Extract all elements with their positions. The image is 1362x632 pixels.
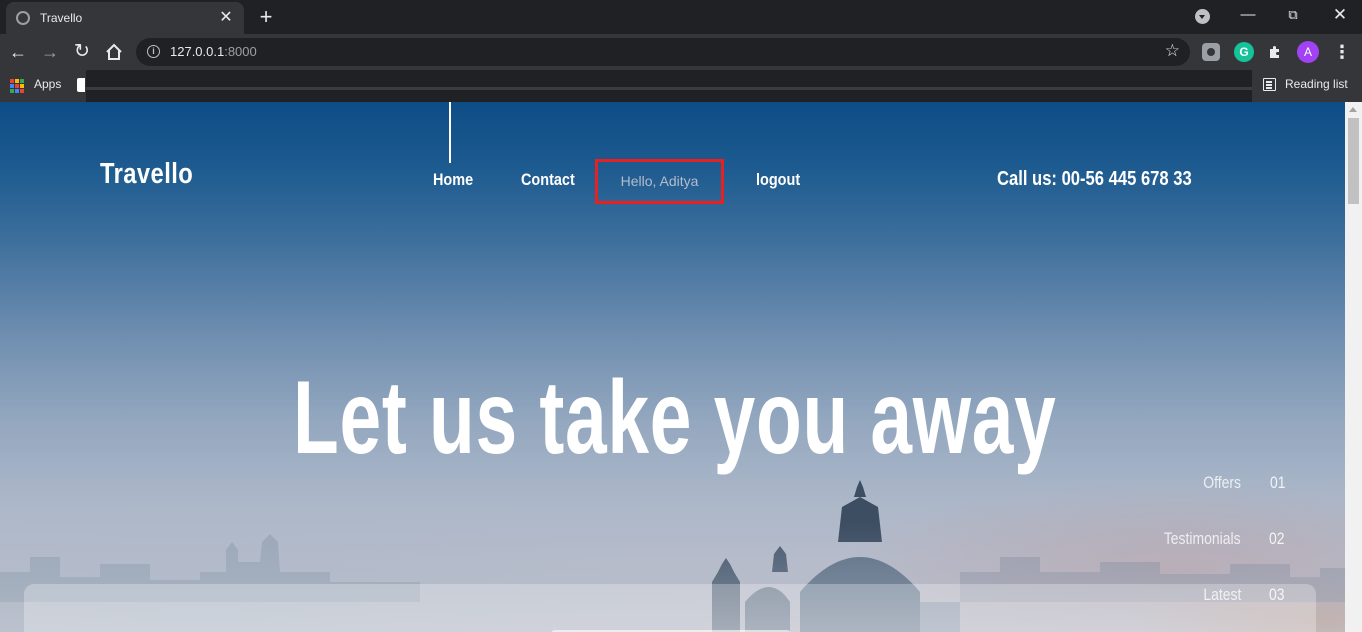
- browser-tab[interactable]: Travello ✕: [6, 2, 244, 34]
- reading-list-label: Reading list: [1285, 77, 1348, 91]
- grammarly-icon[interactable]: G: [1234, 42, 1254, 62]
- close-tab-icon[interactable]: ✕: [218, 10, 234, 26]
- reading-list-icon: [1263, 78, 1276, 91]
- page-scrollbar[interactable]: [1345, 102, 1362, 632]
- side-nav-number: 01: [1270, 473, 1286, 492]
- tab-search-icon[interactable]: [1195, 9, 1210, 24]
- extension-icon[interactable]: [1202, 43, 1220, 61]
- profile-avatar[interactable]: A: [1297, 41, 1319, 63]
- bookmarks-bar: Apps Reading list: [0, 70, 1362, 102]
- restore-icon[interactable]: ⧉: [1283, 5, 1303, 25]
- new-tab-button[interactable]: +: [256, 6, 276, 28]
- reload-icon[interactable]: ↻: [71, 41, 93, 63]
- browser-toolbar: ← → ↻ i 127.0.0.1:8000 ☆ G: [0, 34, 1362, 70]
- side-nav-number: 03: [1269, 585, 1285, 604]
- bookmark-overlay: [86, 70, 1252, 102]
- tab-strip: Travello ✕ + — ⧉ ✕: [0, 0, 1362, 34]
- puzzle-icon[interactable]: [1265, 42, 1285, 62]
- info-icon[interactable]: i: [147, 45, 160, 58]
- site-logo[interactable]: Travello: [100, 158, 193, 191]
- page-viewport: Travello Home Contact Hello, Aditya logo…: [0, 102, 1345, 632]
- active-nav-indicator: [449, 102, 451, 163]
- bookmark-favicon-icon[interactable]: [77, 78, 85, 92]
- address-bar[interactable]: i 127.0.0.1:8000 ☆: [136, 38, 1190, 66]
- apps-bookmark[interactable]: Apps: [34, 77, 61, 91]
- side-nav-testimonials[interactable]: Testimonials: [1164, 529, 1241, 549]
- side-nav-number: 02: [1269, 529, 1285, 548]
- url-text: 127.0.0.1:8000: [170, 44, 257, 59]
- nav-contact-link[interactable]: Contact: [521, 170, 575, 190]
- apps-icon[interactable]: [10, 79, 24, 93]
- side-nav-offers[interactable]: Offers: [1203, 473, 1241, 493]
- window-close-icon[interactable]: ✕: [1330, 5, 1350, 25]
- globe-icon: [16, 11, 30, 25]
- user-greeting: Hello, Aditya: [620, 173, 699, 189]
- forward-icon[interactable]: →: [39, 41, 61, 63]
- side-nav-latest[interactable]: Latest: [1203, 585, 1241, 605]
- scroll-up-icon[interactable]: [1349, 107, 1357, 112]
- search-panel: [24, 584, 1316, 632]
- user-greeting-highlight: Hello, Aditya: [595, 159, 724, 204]
- hero-title: Let us take you away: [293, 360, 1057, 476]
- nav-logout-link[interactable]: logout: [756, 170, 800, 190]
- reading-list-button[interactable]: Reading list: [1253, 70, 1362, 102]
- star-icon[interactable]: ☆: [1165, 41, 1180, 61]
- home-icon[interactable]: [103, 41, 125, 63]
- minimize-icon[interactable]: —: [1238, 5, 1258, 25]
- back-icon[interactable]: ←: [7, 41, 29, 63]
- tab-title: Travello: [40, 11, 83, 25]
- menu-icon[interactable]: ⋮: [1332, 42, 1352, 62]
- nav-home-link[interactable]: Home: [433, 170, 473, 190]
- call-us-phone: Call us: 00-56 445 678 33: [997, 168, 1192, 190]
- scrollbar-thumb[interactable]: [1348, 118, 1359, 204]
